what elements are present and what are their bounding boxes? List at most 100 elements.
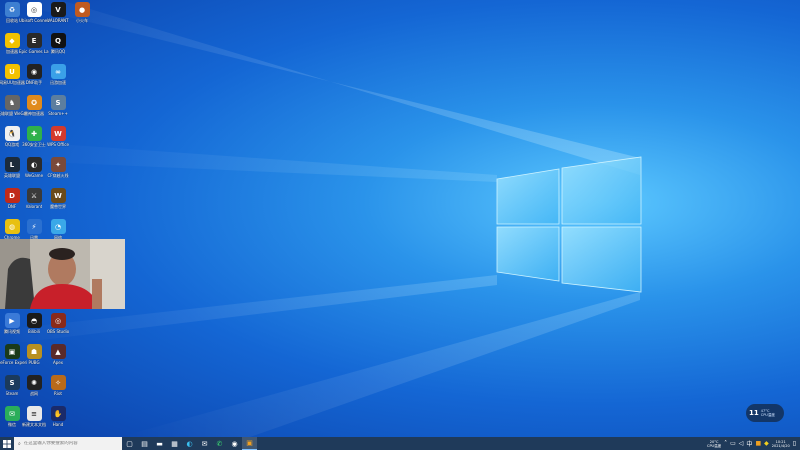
ime-icon[interactable]: 中: [746, 439, 752, 448]
desktop-icon[interactable]: W 魔兽世界: [44, 188, 72, 216]
thunder-icon: ⚡: [26, 219, 42, 234]
volume-icon[interactable]: ◁: [739, 440, 744, 447]
desktop-icon-label: 微信: [8, 422, 16, 427]
desktop-icon[interactable]: ● 小火车: [68, 2, 96, 30]
webcam-overlay: [0, 239, 125, 309]
taskbar-apps: ▢ ▤ ▬ ▦ ◐ ✉ ✆ ◉ ▣: [122, 437, 257, 450]
wow-icon: W: [50, 188, 66, 203]
file-explorer-icon[interactable]: ▬: [152, 437, 167, 450]
mail-icon[interactable]: ✉: [197, 437, 212, 450]
desktop-icon-label: VALORANT: [47, 18, 69, 23]
qq-game-icon: 🐧: [4, 126, 20, 141]
league-icon: L: [4, 157, 20, 172]
desktop-icon-label: CF穿越火线: [47, 173, 69, 178]
desktop-icon[interactable]: W WPS Office: [44, 126, 72, 154]
ubisoft-icon: ◎: [26, 2, 42, 17]
desktop-icon[interactable]: ◎ OBS Studio: [44, 313, 72, 341]
nvidia-icon: ▣: [4, 344, 20, 359]
desktop-icon-label: OBS Studio: [46, 329, 70, 334]
valorant2-icon: ⚔: [26, 188, 42, 203]
desktop-icon-label: Bilibili: [28, 329, 40, 334]
tool-icon: S: [50, 95, 66, 110]
wps-icon: W: [50, 126, 66, 141]
desktop-icon-label: 英雄联盟: [4, 173, 20, 178]
app-tray-icon[interactable]: ■: [755, 440, 761, 447]
desktop-icon[interactable]: ▲ Apex: [44, 344, 72, 372]
desktop-icon-label: QQ游戏: [4, 142, 20, 147]
task-view-icon[interactable]: ▢: [122, 437, 137, 450]
desktop-icon-label: 雷神加速器: [24, 111, 44, 116]
epic-games-icon: E: [26, 33, 42, 48]
desktop-icon[interactable]: ✋ Hand: [44, 406, 72, 434]
desktop-icon-label: 新建文本文档: [22, 422, 46, 427]
game-taskbar-icon[interactable]: ▣: [242, 437, 257, 450]
widget-line2: CPU温度: [760, 413, 775, 417]
lol-icon: ♞: [4, 95, 20, 110]
desktop-icon-label: 360安全卫士: [22, 142, 46, 147]
battlenet-icon: ✺: [26, 375, 42, 390]
widgets-icon[interactable]: ▤: [137, 437, 152, 450]
desktop-icon-label: Steam++: [48, 111, 68, 116]
weather-widget[interactable]: 20°C CPU温度: [707, 440, 721, 448]
recycle-bin-icon: ♻: [4, 2, 20, 17]
chrome-icon: ◍: [4, 219, 20, 234]
security-tray-icon[interactable]: ◆: [764, 440, 769, 447]
game-icon: ●: [74, 2, 90, 17]
search-icon: ⌕: [18, 440, 21, 447]
apex-icon: ▲: [50, 344, 66, 359]
desktop-icon[interactable]: S Steam++: [44, 95, 72, 123]
desktop-icon-label: 战网: [30, 391, 38, 396]
search-input[interactable]: [23, 441, 114, 446]
edge-icon[interactable]: ◐: [182, 437, 197, 450]
widget-value: 11: [749, 409, 759, 417]
desktop-icon-label: 腾讯视频: [4, 329, 20, 334]
taskbar-search-box[interactable]: ⌕: [14, 437, 122, 450]
wechat-icon: ✉: [4, 406, 20, 421]
pubg-icon: ☗: [26, 344, 42, 359]
store-icon[interactable]: ▦: [167, 437, 182, 450]
chevron-up-icon[interactable]: ˄: [724, 440, 727, 447]
wallpaper-beams: [0, 0, 642, 437]
desktop-icon-label: 加速器: [6, 49, 18, 54]
valorant-icon: V: [50, 2, 66, 17]
windows-logo: [496, 156, 642, 293]
booster-icon: ◆: [4, 33, 20, 48]
network-icon[interactable]: ▭: [730, 440, 736, 447]
booster2-icon: ∞: [50, 64, 66, 79]
desktop-icon[interactable]: Q 腾讯QQ: [44, 33, 72, 61]
helper-icon: ◉: [26, 64, 42, 79]
security-icon: ✚: [26, 126, 42, 141]
desktop-icon-label: PUBG: [28, 360, 40, 365]
desktop-icon-label: DNF助手: [25, 80, 43, 85]
desktop-icon-label: 魔兽世界: [50, 204, 66, 209]
desktop-icon-label: DNF: [7, 204, 17, 209]
notification-icon[interactable]: ▯: [793, 440, 796, 447]
webcam-person-image: [0, 239, 125, 309]
start-button[interactable]: [0, 437, 14, 450]
clock-date: 2021/4/20: [771, 443, 790, 448]
cpu-temp-widget[interactable]: 11 47°C CPU温度: [746, 404, 784, 422]
video-icon: ▶: [4, 313, 20, 328]
system-tray: 20°C CPU温度 ˄ ▭ ◁ 中 ■ ◆ 10:21 2021/4/20 ▯: [707, 437, 800, 450]
wechat-taskbar-icon[interactable]: ✆: [212, 437, 227, 450]
clock[interactable]: 10:21 2021/4/20: [772, 440, 790, 448]
weather-desc: CPU温度: [707, 443, 722, 448]
desktop-icon-label: Hand: [52, 422, 64, 427]
obs-icon: ◎: [50, 313, 66, 328]
desktop-icon-label: Apex: [52, 360, 64, 365]
desktop-icon-label: 小火车: [76, 18, 88, 23]
obs-taskbar-icon[interactable]: ◉: [227, 437, 242, 450]
desktop-icon-label: 迅游加速: [50, 80, 66, 85]
desktop-icon-label: Steam: [5, 391, 19, 396]
steam-icon: S: [4, 375, 20, 390]
desktop-icon-label: Riot: [54, 391, 62, 396]
desktop-icon[interactable]: ✦ CF穿越火线: [44, 157, 72, 185]
bilibili-icon: ◓: [26, 313, 42, 328]
desktop-icon[interactable]: ✧ Riot: [44, 375, 72, 403]
wegame-icon: ◐: [26, 157, 42, 172]
desktop-icon[interactable]: ∞ 迅游加速: [44, 64, 72, 92]
desktop-icon-label: 回收站: [6, 18, 18, 23]
app-icon: ✋: [50, 406, 66, 421]
taskbar: ⌕ ▢▤▬▦◐✉✆◉▣ 20°C CPU温度 ˄ ▭ ◁ 中 ■ ◆ 10:21…: [0, 437, 800, 450]
network-icon: ◔: [50, 219, 66, 234]
